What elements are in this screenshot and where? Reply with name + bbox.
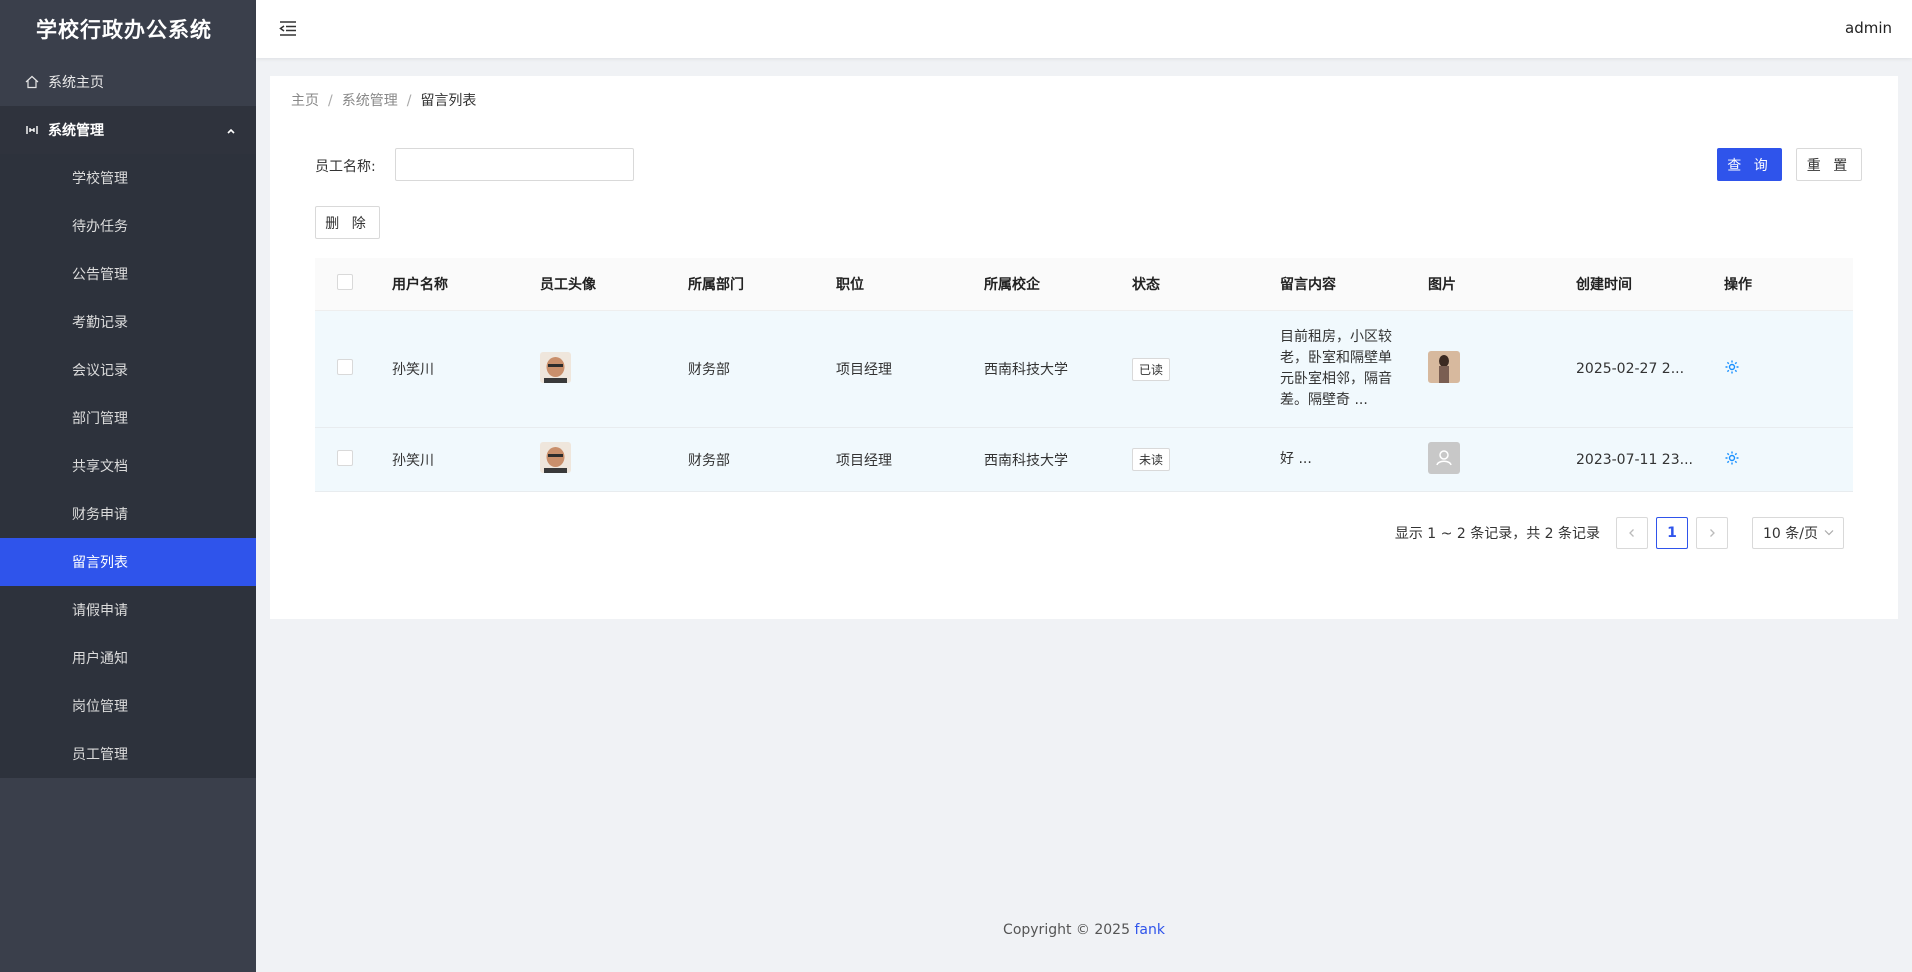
settings-icon[interactable] bbox=[1724, 360, 1740, 379]
sidebar-group-label: 系统管理 bbox=[48, 123, 104, 139]
row-position: 项目经理 bbox=[836, 362, 892, 378]
sidebar-item-docs[interactable]: 共享文档 bbox=[0, 442, 256, 490]
pagination: 显示 1 ~ 2 条记录，共 2 条记录 1 10 条/页 bbox=[1395, 517, 1844, 549]
top-header: admin bbox=[256, 0, 1912, 58]
table-header: 用户名称 员工头像 所属部门 职位 所属校企 状态 留言内容 图片 创建时间 操… bbox=[315, 258, 1853, 311]
col-avatar: 员工头像 bbox=[540, 277, 596, 293]
sidebar-item-finance[interactable]: 财务申请 bbox=[0, 490, 256, 538]
app-title: 学校行政办公系统 bbox=[36, 18, 212, 42]
sidebar-item-post[interactable]: 岗位管理 bbox=[0, 682, 256, 730]
col-school: 所属校企 bbox=[984, 277, 1040, 293]
employee-avatar bbox=[540, 442, 571, 473]
row-user: 孙笑川 bbox=[392, 452, 434, 469]
sidebar-item-home[interactable]: 系统主页 bbox=[0, 58, 256, 106]
sidebar-item-notice[interactable]: 公告管理 bbox=[0, 250, 256, 298]
employee-name-input[interactable] bbox=[395, 148, 634, 181]
table-row: 孙笑川 财务部 项目经理 西南科技大学 未读 好 ... 2023-07-11 … bbox=[315, 428, 1853, 492]
message-image[interactable] bbox=[1428, 351, 1460, 383]
sidebar-item-department[interactable]: 部门管理 bbox=[0, 394, 256, 442]
settings-icon[interactable] bbox=[1724, 451, 1740, 470]
col-action: 操作 bbox=[1724, 277, 1752, 293]
page-size-value: 10 条/页 bbox=[1763, 526, 1818, 542]
row-dept: 财务部 bbox=[688, 452, 730, 469]
row-checkbox[interactable] bbox=[337, 359, 353, 375]
pagination-info: 显示 1 ~ 2 条记录，共 2 条记录 bbox=[1394, 526, 1600, 542]
delete-button[interactable]: 删 除 bbox=[315, 206, 380, 239]
col-content: 留言内容 bbox=[1280, 277, 1336, 293]
row-school: 西南科技大学 bbox=[984, 362, 1068, 378]
home-icon bbox=[24, 74, 40, 90]
menu-fold-icon[interactable] bbox=[278, 18, 300, 40]
page-size-select[interactable]: 10 条/页 bbox=[1752, 517, 1844, 549]
employee-avatar bbox=[540, 351, 571, 383]
sidebar-item-messages[interactable]: 留言列表 bbox=[0, 538, 256, 586]
table-row: 孙笑川 财务部 项目经理 西南科技大学 已读 目前租房，小区较老，卧室和隔壁单元… bbox=[315, 311, 1853, 428]
chevron-up-icon bbox=[226, 124, 236, 140]
sidebar-item-attendance[interactable]: 考勤记录 bbox=[0, 298, 256, 346]
reset-button[interactable]: 重 置 bbox=[1796, 148, 1862, 181]
row-content: 目前租房，小区较老，卧室和隔壁单元卧室相邻，隔音差。隔壁奇 ... bbox=[1280, 329, 1392, 408]
chevron-down-icon bbox=[1823, 526, 1835, 542]
row-content: 好 ... bbox=[1280, 451, 1312, 467]
col-image: 图片 bbox=[1428, 277, 1456, 293]
row-position: 项目经理 bbox=[836, 452, 892, 469]
author-link[interactable]: fank bbox=[1134, 922, 1165, 938]
sidebar: 学校行政办公系统 系统主页 系统管理 学校管理 待办任务 公告管理 考勤记录 会… bbox=[0, 0, 256, 972]
system-icon bbox=[24, 122, 40, 138]
sidebar-item-meeting[interactable]: 会议记录 bbox=[0, 346, 256, 394]
copyright-text: Copyright © 2025 bbox=[1003, 922, 1135, 938]
user-name[interactable]: admin bbox=[1845, 19, 1892, 37]
query-button[interactable]: 查 询 bbox=[1717, 148, 1782, 181]
sidebar-group-system[interactable]: 系统管理 bbox=[0, 106, 256, 154]
sidebar-submenu: 学校管理 待办任务 公告管理 考勤记录 会议记录 部门管理 共享文档 财务申请 … bbox=[0, 154, 256, 778]
sidebar-item-school[interactable]: 学校管理 bbox=[0, 154, 256, 202]
placeholder-image-icon[interactable] bbox=[1428, 441, 1460, 474]
footer: Copyright © 2025 fank bbox=[256, 922, 1912, 938]
content-card: 主页 / 系统管理 / 留言列表 员工名称: 查 询 重 置 删 除 用户名称 员工头像… bbox=[270, 76, 1898, 619]
breadcrumb-home[interactable]: 主页 bbox=[291, 93, 319, 109]
row-school: 西南科技大学 bbox=[984, 452, 1068, 469]
col-position: 职位 bbox=[836, 277, 864, 293]
status-badge: 未读 bbox=[1132, 448, 1171, 471]
col-dept: 所属部门 bbox=[688, 277, 744, 293]
sidebar-item-staff[interactable]: 员工管理 bbox=[0, 730, 256, 778]
sidebar-item-leave[interactable]: 请假申请 bbox=[0, 586, 256, 634]
breadcrumb-current: 留言列表 bbox=[420, 93, 477, 109]
col-status: 状态 bbox=[1132, 277, 1160, 293]
status-badge: 已读 bbox=[1132, 357, 1171, 381]
select-all-checkbox[interactable] bbox=[337, 274, 353, 290]
sidebar-item-label: 系统主页 bbox=[48, 75, 104, 91]
row-user: 孙笑川 bbox=[392, 362, 434, 378]
breadcrumb: 主页 / 系统管理 / 留言列表 bbox=[291, 93, 477, 109]
prev-page-button[interactable] bbox=[1616, 517, 1648, 549]
next-page-button[interactable] bbox=[1696, 517, 1728, 549]
row-created: 2023-07-11 23... bbox=[1576, 451, 1693, 468]
row-created: 2025-02-27 2... bbox=[1576, 361, 1685, 377]
breadcrumb-section[interactable]: 系统管理 bbox=[342, 93, 398, 109]
employee-name-label: 员工名称: bbox=[315, 159, 376, 175]
sidebar-item-user-notify[interactable]: 用户通知 bbox=[0, 634, 256, 682]
row-dept: 财务部 bbox=[688, 362, 730, 378]
sidebar-item-todo[interactable]: 待办任务 bbox=[0, 202, 256, 250]
message-table: 用户名称 员工头像 所属部门 职位 所属校企 状态 留言内容 图片 创建时间 操… bbox=[315, 258, 1853, 492]
page-button[interactable]: 1 bbox=[1656, 517, 1688, 549]
col-user: 用户名称 bbox=[392, 277, 448, 293]
row-checkbox[interactable] bbox=[337, 449, 353, 466]
col-created: 创建时间 bbox=[1576, 277, 1632, 293]
